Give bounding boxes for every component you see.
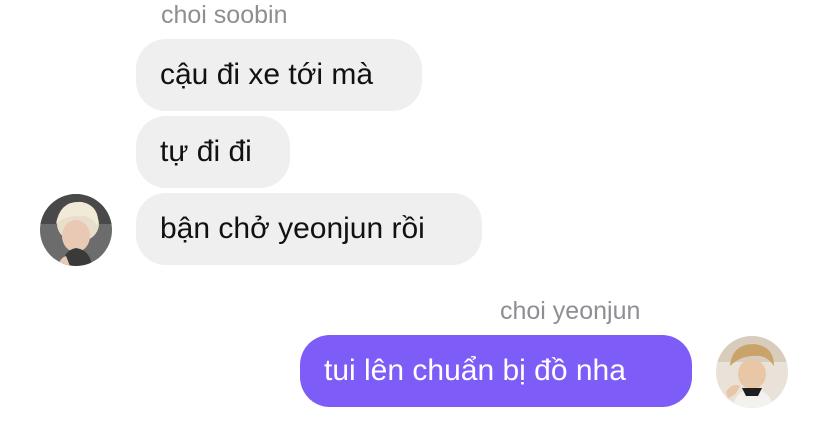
- message-bubble[interactable]: cậu đi xe tới mà: [136, 39, 422, 111]
- message-text: tui lên chuẩn bị đồ nha: [324, 354, 626, 387]
- message-text: bận chở yeonjun rồi: [160, 212, 425, 245]
- outgoing-sender-name: choi yeonjun: [500, 297, 641, 325]
- incoming-sender-name: choi soobin: [161, 1, 288, 29]
- message-text: tự đi đi: [160, 135, 252, 168]
- yeonjun-avatar[interactable]: [716, 336, 788, 408]
- person-avatar-icon: [716, 336, 788, 408]
- message-text: cậu đi xe tới mà: [160, 58, 374, 91]
- message-bubble[interactable]: tự đi đi: [136, 116, 290, 188]
- soobin-avatar[interactable]: [40, 194, 112, 266]
- person-avatar-icon: [40, 194, 112, 266]
- message-bubble[interactable]: bận chở yeonjun rồi: [136, 193, 482, 265]
- message-bubble[interactable]: tui lên chuẩn bị đồ nha: [300, 335, 692, 407]
